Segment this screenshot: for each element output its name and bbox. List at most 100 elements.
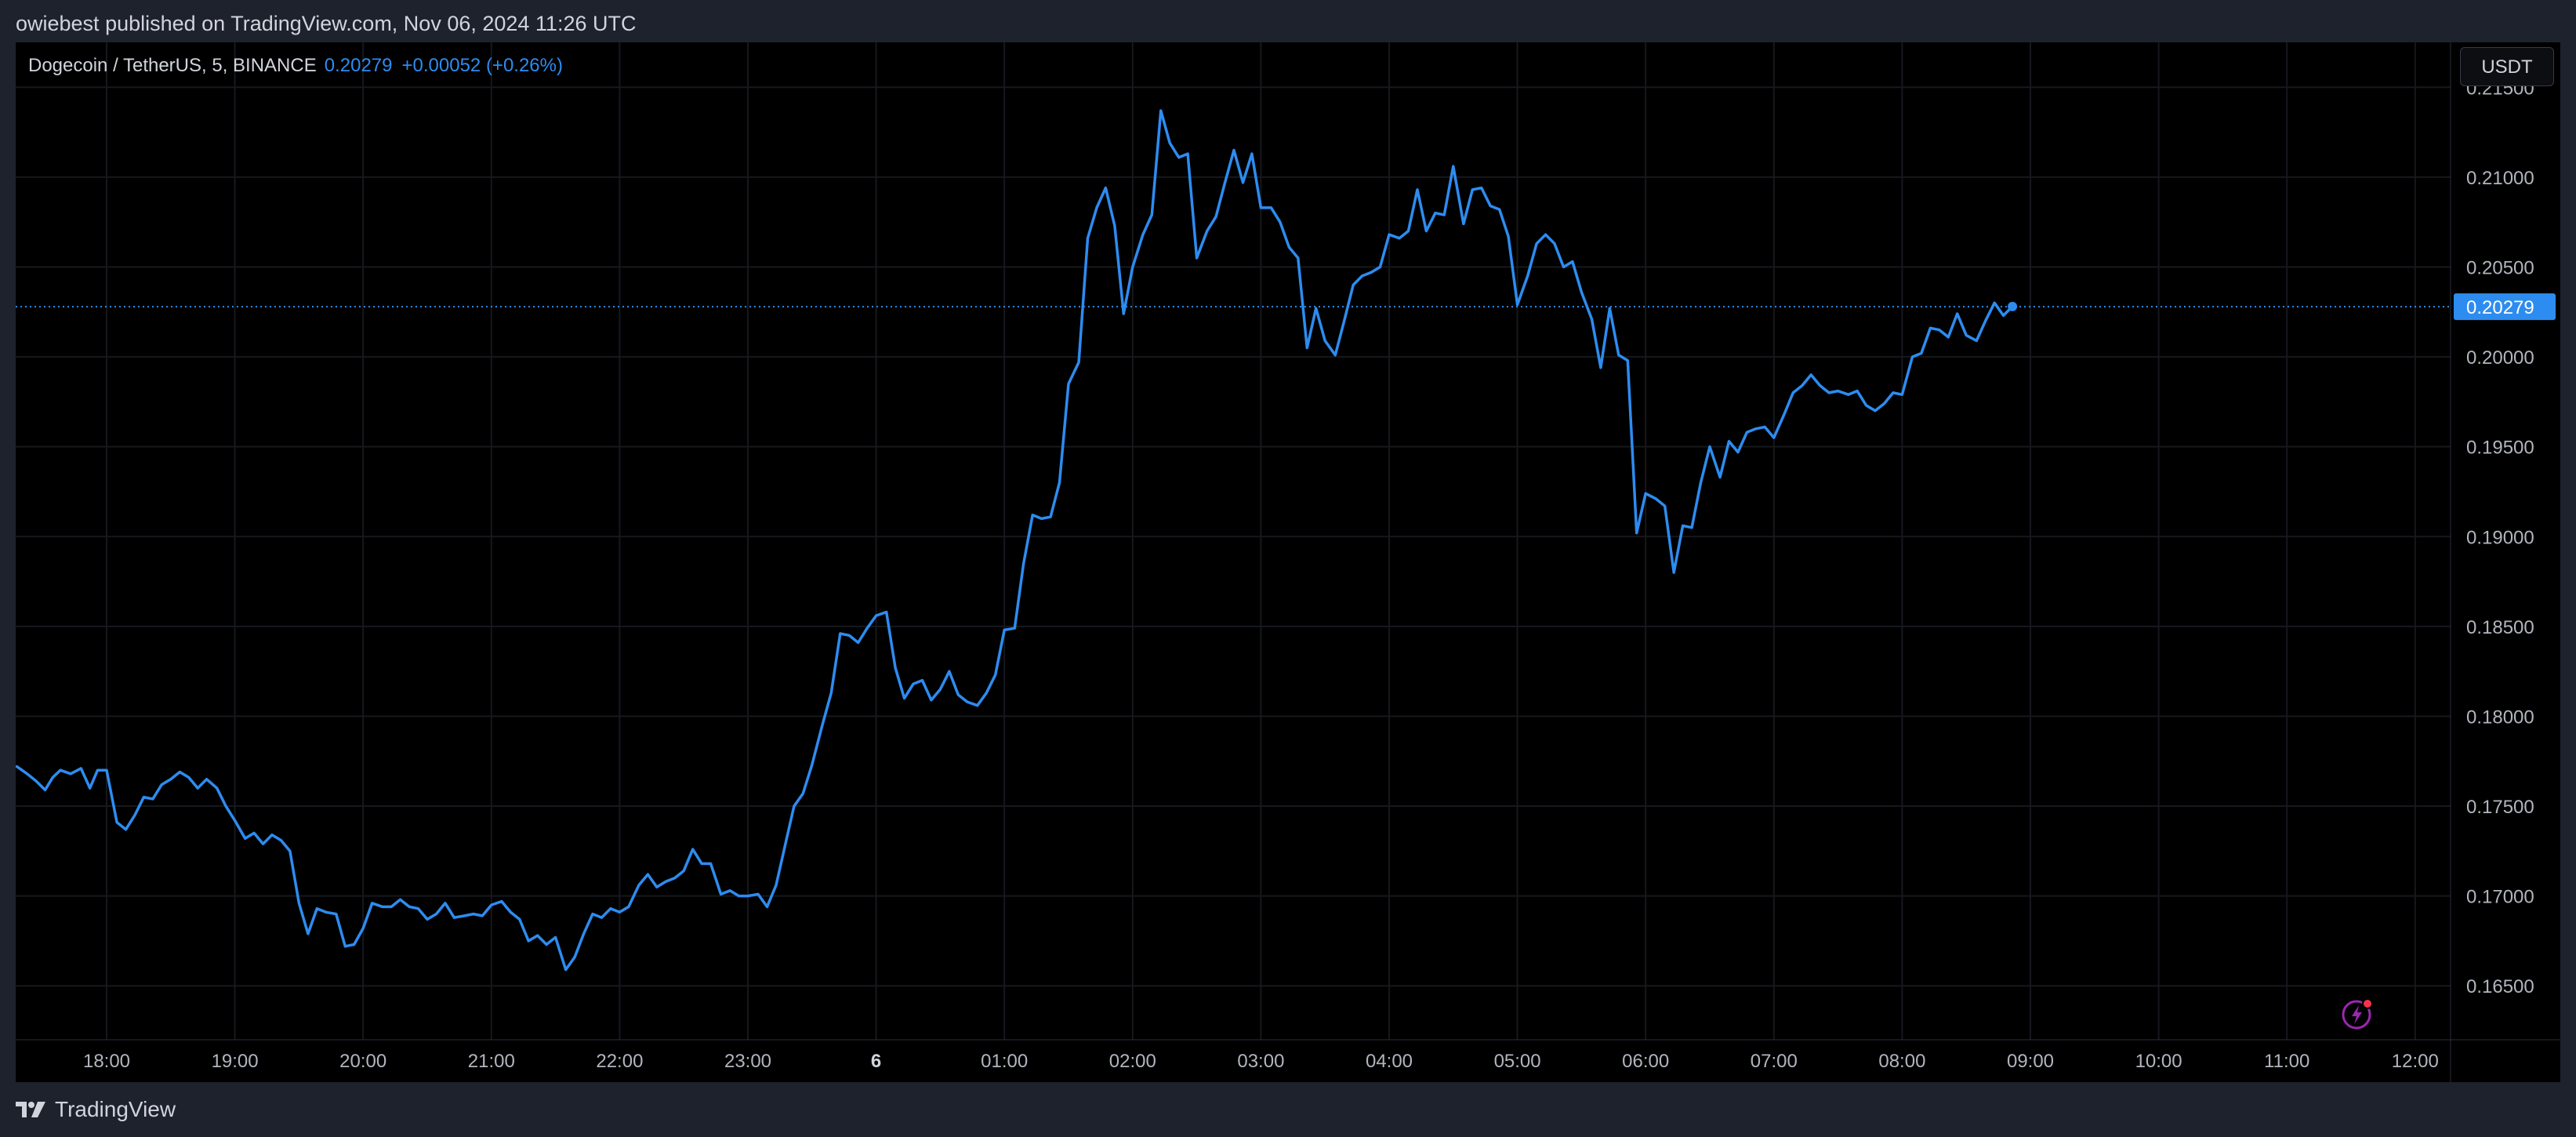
time-tick-label: 20:00 [339, 1051, 386, 1072]
price-point [1306, 347, 1308, 349]
price-point [1379, 266, 1381, 268]
price-point [546, 943, 548, 946]
price-point [857, 641, 859, 644]
price-point [510, 911, 512, 914]
price-point [481, 914, 484, 917]
price-point [811, 764, 813, 766]
price-point [1250, 153, 1253, 155]
price-point [1242, 181, 1244, 183]
price-point [1417, 188, 1419, 191]
price-point [1050, 516, 1052, 518]
price-point [52, 776, 54, 779]
price-point [600, 917, 603, 919]
price-point [1792, 391, 1794, 394]
price-point [1471, 188, 1474, 191]
time-tick-label: 23:00 [724, 1051, 771, 1072]
price-point [957, 694, 960, 696]
price-chart[interactable]: 0.215000.210000.205000.200000.195000.190… [16, 42, 2560, 1082]
price-point [325, 911, 327, 914]
price-point [912, 683, 915, 685]
price-point [1480, 187, 1482, 189]
price-point [793, 805, 795, 808]
symbol-legend[interactable]: Dogecoin / TetherUS, 5, BINANCE 0.20279 +0… [28, 53, 563, 78]
price-point [1279, 221, 1281, 223]
price-point [216, 787, 218, 790]
publication-header: owiebest published on TradingView.com, N… [0, 0, 2576, 42]
price-point [1728, 440, 1730, 442]
price-point [288, 850, 291, 852]
price-point [1215, 216, 1217, 218]
price-point [1526, 274, 1529, 277]
currency-button[interactable]: USDT [2460, 47, 2554, 86]
price-point [709, 863, 712, 865]
price-point [673, 877, 676, 879]
price-point [1195, 257, 1198, 260]
price-point [1920, 352, 1922, 354]
price-point [1087, 237, 1089, 239]
price-point [417, 907, 419, 910]
price-point [1837, 390, 1839, 392]
price-point [875, 615, 877, 617]
price-tick-label: 0.17000 [2466, 887, 2534, 908]
price-point [1847, 394, 1849, 396]
price-point [518, 918, 521, 921]
price-point [179, 771, 181, 773]
price-point [1562, 266, 1565, 268]
brand[interactable]: TradingView [16, 1094, 176, 1125]
price-point [637, 884, 640, 886]
price-point [683, 870, 685, 872]
lightning-icon[interactable] [2341, 997, 2374, 1030]
price-point [1096, 206, 1098, 209]
price-point [609, 907, 611, 910]
price-point [1994, 302, 1996, 304]
price-point [1536, 242, 1538, 245]
price-point [1783, 413, 1785, 416]
tradingview-logo-icon [16, 1102, 45, 1117]
price-point [775, 884, 778, 886]
price-point [1343, 320, 1345, 322]
price-point [1370, 271, 1373, 274]
price-point [1131, 266, 1134, 268]
price-point [985, 692, 988, 694]
price-point [1105, 187, 1107, 189]
price-point [353, 943, 355, 946]
price-point [729, 889, 731, 892]
price-point [253, 832, 256, 834]
price-point [1655, 498, 1657, 500]
time-tick-label: 6 [871, 1051, 881, 1072]
price-point [1874, 409, 1877, 412]
price-point [1078, 361, 1080, 364]
price-point [1580, 291, 1583, 293]
price-point [1737, 451, 1740, 453]
price-line-series [16, 109, 2014, 972]
price-point [371, 902, 373, 904]
price-point [665, 881, 667, 883]
price-point [1516, 303, 1518, 306]
time-tick-label: 06:00 [1622, 1051, 1669, 1072]
price-point [60, 769, 62, 772]
price-point [1719, 476, 1722, 478]
time-tick-label: 19:00 [212, 1051, 259, 1072]
price-point [225, 805, 227, 808]
price-point [271, 834, 274, 836]
price-point [244, 837, 246, 840]
time-tick-label: 01:00 [981, 1051, 1028, 1072]
footer: TradingView [0, 1082, 2576, 1137]
price-point [1801, 384, 1803, 387]
price-point [848, 634, 851, 637]
price-point [316, 907, 318, 910]
price-point [187, 776, 190, 779]
price-point [1187, 153, 1189, 155]
price-point [1700, 481, 1702, 484]
price-point [205, 778, 208, 780]
price-point [619, 911, 621, 914]
price-point [1673, 572, 1675, 574]
price-point [344, 945, 346, 947]
price-tick-label: 0.17500 [2466, 797, 2534, 818]
price-point [44, 789, 46, 791]
price-point [1508, 235, 1510, 238]
price-point [1452, 165, 1454, 168]
chart-area[interactable]: 0.21500 0.21000 0.20500 0.20000 0.19500 0.190… [16, 42, 2560, 1082]
price-point [298, 902, 300, 904]
price-point [1040, 518, 1043, 520]
